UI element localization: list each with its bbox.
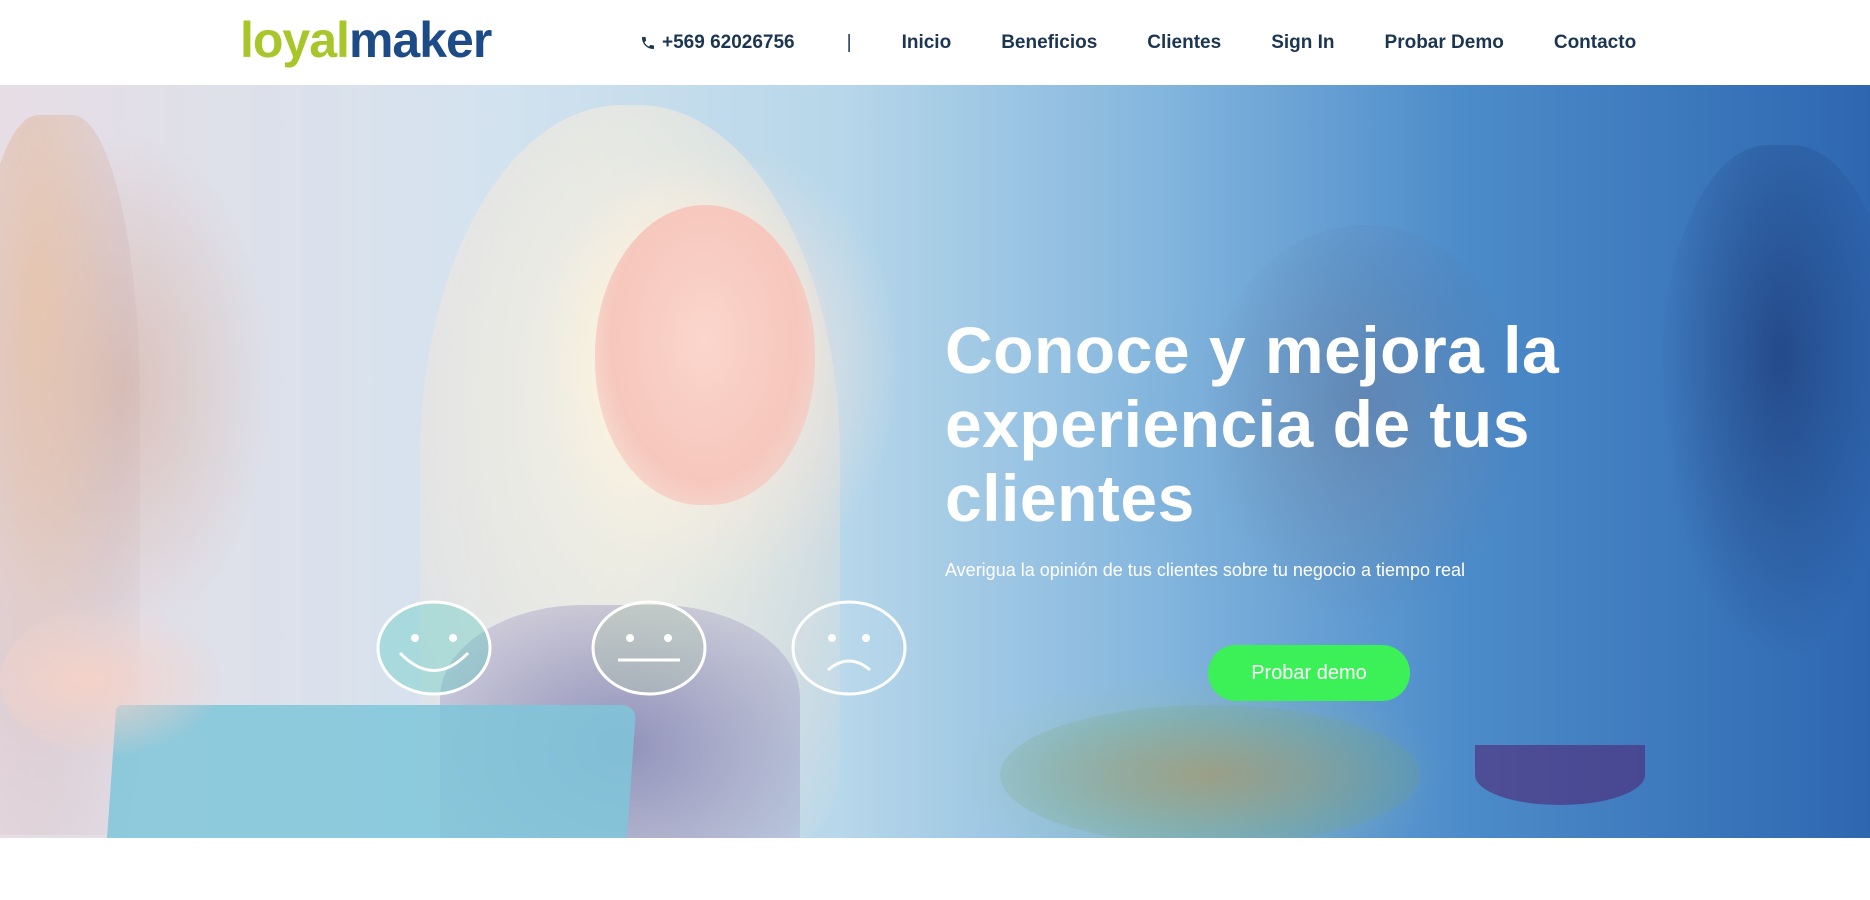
nav-item-sign-in[interactable]: Sign In — [1271, 32, 1334, 54]
nav-item-inicio[interactable]: Inicio — [902, 32, 952, 54]
nav-item-beneficios[interactable]: Beneficios — [1001, 32, 1097, 54]
nav-item-clientes[interactable]: Clientes — [1147, 32, 1221, 54]
hero-photo-wine-glass — [1475, 745, 1645, 805]
hero-photo-food — [1000, 705, 1420, 838]
probar-demo-button[interactable]: Probar demo — [1208, 645, 1410, 701]
nav-item-contacto[interactable]: Contacto — [1554, 32, 1636, 54]
site-header: loyal maker +569 62026756 | Inicio Benef… — [0, 0, 1870, 85]
loyalmaker-logo[interactable]: loyal maker — [240, 8, 492, 68]
hero-section: Conoce y mejora la experiencia de tus cl… — [0, 85, 1870, 838]
main-nav: +569 62026756 | Inicio Beneficios Client… — [640, 0, 1636, 85]
phone-link[interactable]: +569 62026756 — [640, 32, 795, 54]
nav-item-probar-demo[interactable]: Probar Demo — [1385, 32, 1504, 54]
hero-subtitle: Averigua la opinión de tus clientes sobr… — [945, 560, 1465, 580]
phone-number: +569 62026756 — [662, 31, 795, 53]
logo-text-loyal: loyal — [240, 12, 350, 68]
sad-face-icon — [791, 600, 907, 696]
logo-text-maker: maker — [348, 12, 492, 68]
hero-photo-woman-face — [595, 205, 815, 505]
phone-icon — [642, 36, 654, 49]
happy-face-icon — [376, 600, 492, 696]
hero-photo-hand — [0, 605, 220, 755]
nav-separator: | — [846, 31, 852, 53]
hero-title: Conoce y mejora la experiencia de tus cl… — [945, 313, 1560, 535]
neutral-face-icon — [591, 600, 707, 696]
